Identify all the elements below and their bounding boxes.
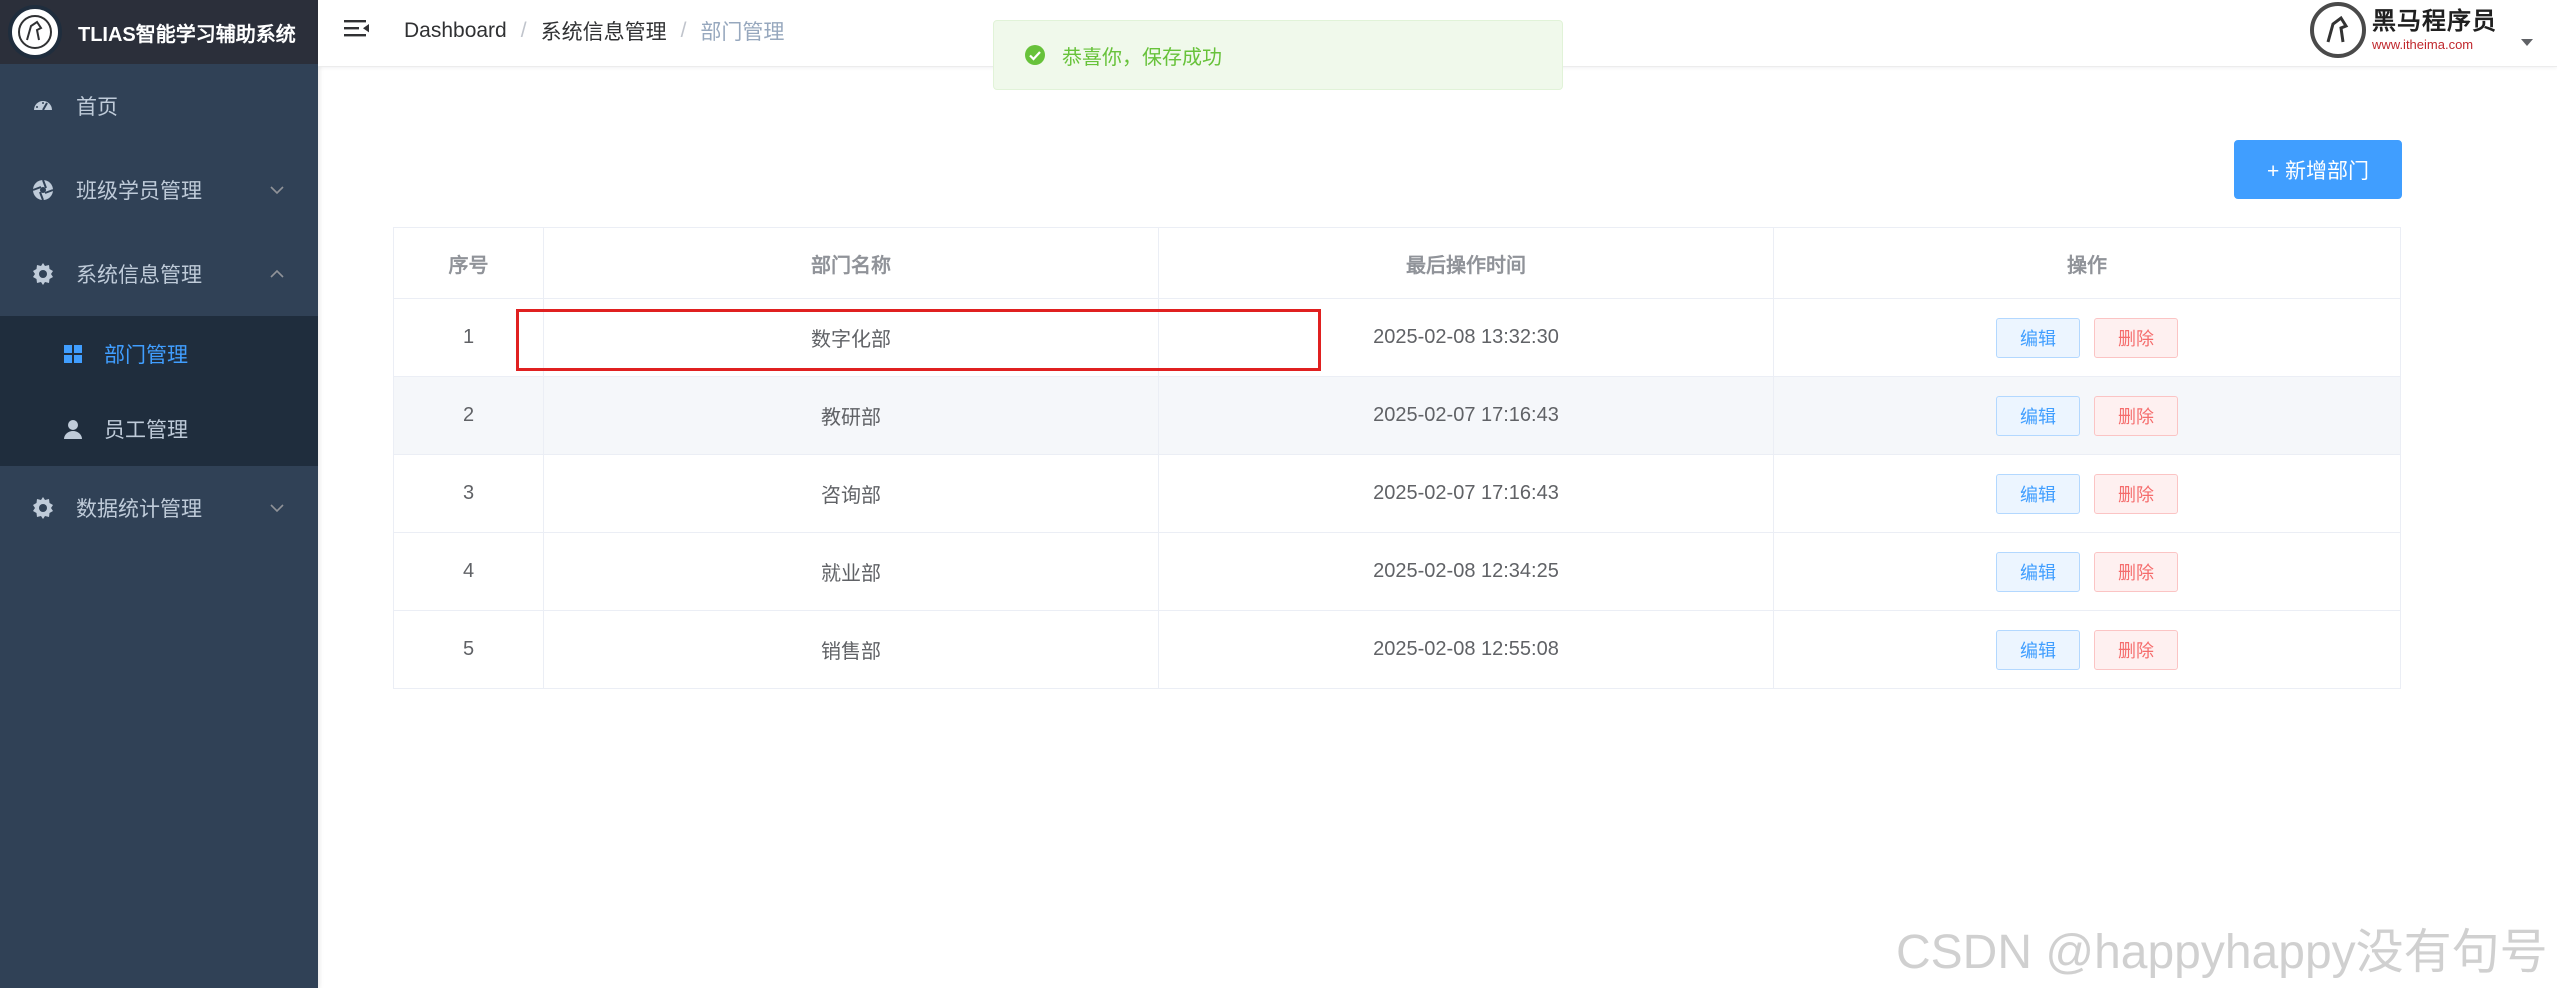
breadcrumb-item-current: 部门管理: [700, 21, 785, 44]
cell-index: 1: [394, 299, 544, 376]
cell-actions: 编辑 删除: [1774, 377, 2400, 454]
cell-actions: 编辑 删除: [1774, 611, 2400, 688]
breadcrumb-separator: /: [520, 19, 527, 42]
chevron-up-icon: [270, 269, 284, 278]
aperture-icon: [30, 177, 56, 203]
sidebar-item-home[interactable]: 首页: [0, 64, 318, 148]
cell-update-time: 2025-02-07 17:16:43: [1159, 377, 1774, 454]
sidebar-item-system-info[interactable]: 系统信息管理: [0, 232, 318, 316]
sidebar-submenu-system-info: 部门管理 员工管理: [0, 316, 318, 466]
sidebar-item-label: 数据统计管理: [76, 498, 202, 521]
cell-actions: 编辑 删除: [1774, 455, 2400, 532]
caret-down-icon[interactable]: [2520, 38, 2534, 48]
sidebar-item-label: 首页: [76, 96, 118, 119]
sidebar-item-class-students[interactable]: 班级学员管理: [0, 148, 318, 232]
user-icon: [62, 418, 84, 440]
cell-update-time: 2025-02-08 12:55:08: [1159, 611, 1774, 688]
brand-url: www.itheima.com: [2372, 36, 2474, 52]
delete-button[interactable]: 删除: [2094, 473, 2178, 514]
table-row: 2 教研部 2025-02-07 17:16:43 编辑 删除: [394, 377, 2400, 455]
app-title: TLIAS智能学习辅助系统: [78, 23, 296, 46]
gear-icon: [30, 495, 56, 521]
table-row: 3 咨询部 2025-02-07 17:16:43 编辑 删除: [394, 455, 2400, 533]
edit-button[interactable]: 编辑: [1996, 395, 2080, 436]
brand-text: 黑马程序员 www.itheima.com: [2372, 7, 2497, 52]
cell-department-name: 数字化部: [544, 299, 1159, 376]
sidebar-item-label: 员工管理: [104, 418, 188, 442]
edit-button[interactable]: 编辑: [1996, 317, 2080, 358]
cell-index: 3: [394, 455, 544, 532]
grid-icon: [62, 343, 84, 365]
breadcrumb-item-dashboard[interactable]: Dashboard: [404, 19, 507, 43]
breadcrumb-item-system-info[interactable]: 系统信息管理: [541, 16, 667, 46]
table-row: 4 就业部 2025-02-08 12:34:25 编辑 删除: [394, 533, 2400, 611]
watermark: CSDN @happyhappy没有句号: [1896, 926, 2548, 979]
cell-department-name: 教研部: [544, 377, 1159, 454]
cell-actions: 编辑 删除: [1774, 299, 2400, 376]
cell-index: 4: [394, 533, 544, 610]
edit-button[interactable]: 编辑: [1996, 629, 2080, 670]
column-header-name: 部门名称: [544, 228, 1159, 298]
breadcrumb-separator: /: [680, 19, 687, 42]
department-table: 序号 部门名称 最后操作时间 操作 1 数字化部 2025-02-08 13:3…: [393, 227, 2401, 689]
delete-button[interactable]: 删除: [2094, 395, 2178, 436]
cell-department-name: 咨询部: [544, 455, 1159, 532]
edit-button[interactable]: 编辑: [1996, 473, 2080, 514]
brand-logo-icon: [2310, 2, 2366, 58]
chevron-down-icon: [270, 186, 284, 195]
cell-department-name: 销售部: [544, 611, 1159, 688]
horse-logo-icon: [18, 15, 52, 49]
hamburger-icon[interactable]: [342, 14, 372, 44]
edit-button[interactable]: 编辑: [1996, 551, 2080, 592]
column-header-actions: 操作: [2067, 254, 2107, 277]
delete-button[interactable]: 删除: [2094, 317, 2178, 358]
cell-update-time: 2025-02-08 13:32:30: [1159, 299, 1774, 376]
sidebar-item-label: 系统信息管理: [76, 264, 202, 287]
table-row: 1 数字化部 2025-02-08 13:32:30 编辑 删除: [394, 299, 2400, 377]
column-header-time: 最后操作时间: [1159, 228, 1774, 298]
cell-department-name: 就业部: [544, 533, 1159, 610]
sidebar-item-label: 部门管理: [104, 343, 188, 367]
sidebar-brand: TLIAS智能学习辅助系统: [0, 0, 318, 64]
cell-actions: 编辑 删除: [1774, 533, 2400, 610]
success-toast: 恭喜你，保存成功: [993, 20, 1563, 90]
cell-update-time: 2025-02-07 17:16:43: [1159, 455, 1774, 532]
delete-button[interactable]: 删除: [2094, 629, 2178, 670]
table-row: 5 销售部 2025-02-08 12:55:08 编辑 删除: [394, 611, 2400, 688]
check-circle-icon: [1025, 45, 1045, 65]
sidebar-menu: 首页 班级学员管理 系统信息管理 部门管理 员工管理 数据统计管理: [0, 64, 318, 550]
delete-button[interactable]: 删除: [2094, 551, 2178, 592]
header-brand[interactable]: 黑马程序员 www.itheima.com: [2310, 0, 2497, 60]
toast-message: 恭喜你，保存成功: [1062, 46, 1222, 69]
sidebar-item-statistics[interactable]: 数据统计管理: [0, 466, 318, 550]
app-logo: [8, 5, 62, 59]
dashboard-icon: [30, 93, 56, 119]
breadcrumb: Dashboard / 系统信息管理 / 部门管理: [404, 16, 784, 46]
sidebar-item-department[interactable]: 部门管理: [0, 316, 318, 391]
add-department-button[interactable]: + 新增部门: [2234, 140, 2402, 199]
sidebar-item-label: 班级学员管理: [76, 180, 202, 203]
cell-update-time: 2025-02-08 12:34:25: [1159, 533, 1774, 610]
sidebar-item-employee[interactable]: 员工管理: [0, 391, 318, 466]
chevron-down-icon: [270, 504, 284, 513]
cell-index: 5: [394, 611, 544, 688]
sidebar: TLIAS智能学习辅助系统 首页 班级学员管理 系统信息管理 部门管理 员工管理…: [0, 0, 318, 988]
table-header-row: 序号 部门名称 最后操作时间 操作: [394, 228, 2400, 299]
gear-icon: [30, 261, 56, 287]
brand-name: 黑马程序员: [2372, 7, 2497, 35]
cell-index: 2: [394, 377, 544, 454]
column-header-index: 序号: [394, 228, 544, 298]
